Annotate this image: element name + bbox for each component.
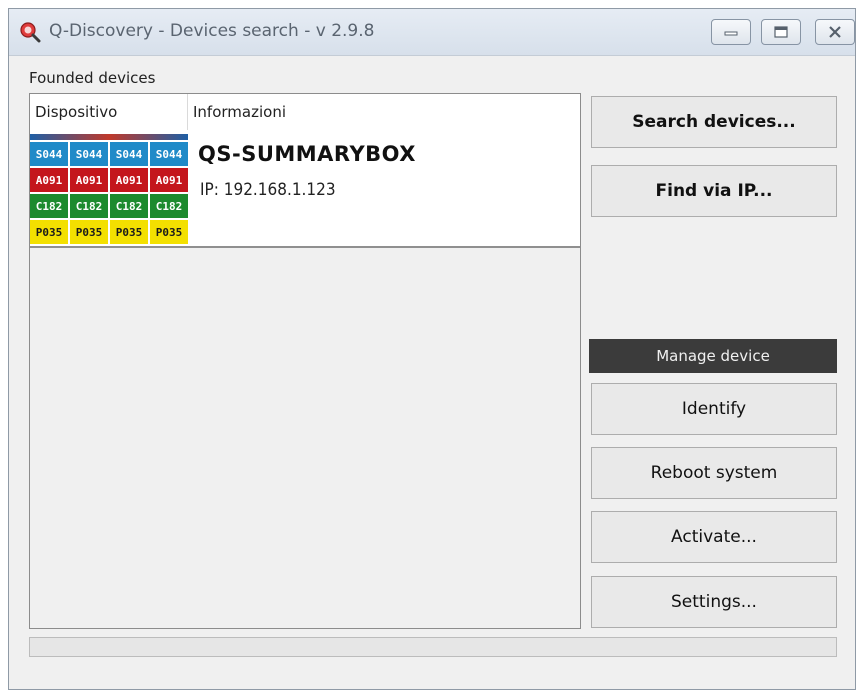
thumbnail-tile: C182 — [30, 194, 68, 218]
settings-button[interactable]: Settings... — [591, 576, 837, 628]
thumbnail-tile: S044 — [70, 142, 108, 166]
device-ip: IP: 192.168.1.123 — [200, 180, 336, 200]
maximize-button[interactable] — [761, 19, 801, 45]
progress-bar — [29, 637, 837, 657]
reboot-system-button[interactable]: Reboot system — [591, 447, 837, 499]
thumbnail-tile: S044 — [110, 142, 148, 166]
thumbnail-tile: C182 — [150, 194, 188, 218]
thumbnail-tile: C182 — [110, 194, 148, 218]
search-devices-button[interactable]: Search devices... — [591, 96, 837, 148]
window-title: Q-Discovery - Devices search - v 2.9.8 — [49, 21, 375, 41]
thumbnail-tile: S044 — [150, 142, 188, 166]
thumbnail-tile: P035 — [110, 220, 148, 244]
thumbnail-tile: C182 — [70, 194, 108, 218]
manage-device-header: Manage device — [589, 339, 837, 373]
founded-devices-label: Founded devices — [29, 69, 156, 87]
close-button[interactable] — [815, 19, 855, 45]
minimize-button[interactable] — [711, 19, 751, 45]
thumbnail-tile: P035 — [30, 220, 68, 244]
devices-list[interactable]: Dispositivo Informazioni S044 S044 S044 … — [29, 93, 581, 629]
q-discovery-logo-icon — [20, 22, 41, 43]
column-header-dispositivo[interactable]: Dispositivo — [30, 94, 188, 130]
app-window: Q-Discovery - Devices search - v 2.9.8 F… — [8, 8, 856, 690]
thumbnail-tile: A091 — [30, 168, 68, 192]
thumbnail-tile: A091 — [70, 168, 108, 192]
device-thumbnail: S044 S044 S044 S044 A091 A091 A091 A091 … — [30, 134, 188, 244]
close-icon — [829, 26, 841, 38]
thumbnail-tile: A091 — [150, 168, 188, 192]
thumbnail-header-strip — [30, 134, 188, 140]
thumbnail-tile: S044 — [30, 142, 68, 166]
thumbnail-tile: P035 — [150, 220, 188, 244]
column-header-informazioni[interactable]: Informazioni — [188, 94, 580, 130]
list-header: Dispositivo Informazioni — [30, 94, 580, 131]
thumbnail-tile: A091 — [110, 168, 148, 192]
title-bar[interactable]: Q-Discovery - Devices search - v 2.9.8 — [9, 9, 855, 56]
minimize-icon — [724, 31, 738, 36]
identify-button[interactable]: Identify — [591, 383, 837, 435]
maximize-icon — [774, 26, 788, 38]
device-row[interactable]: S044 S044 S044 S044 A091 A091 A091 A091 … — [30, 130, 580, 248]
find-via-ip-button[interactable]: Find via IP... — [591, 165, 837, 217]
device-name: QS-SUMMARYBOX — [198, 142, 416, 166]
activate-button[interactable]: Activate... — [591, 511, 837, 563]
thumbnail-tile: P035 — [70, 220, 108, 244]
